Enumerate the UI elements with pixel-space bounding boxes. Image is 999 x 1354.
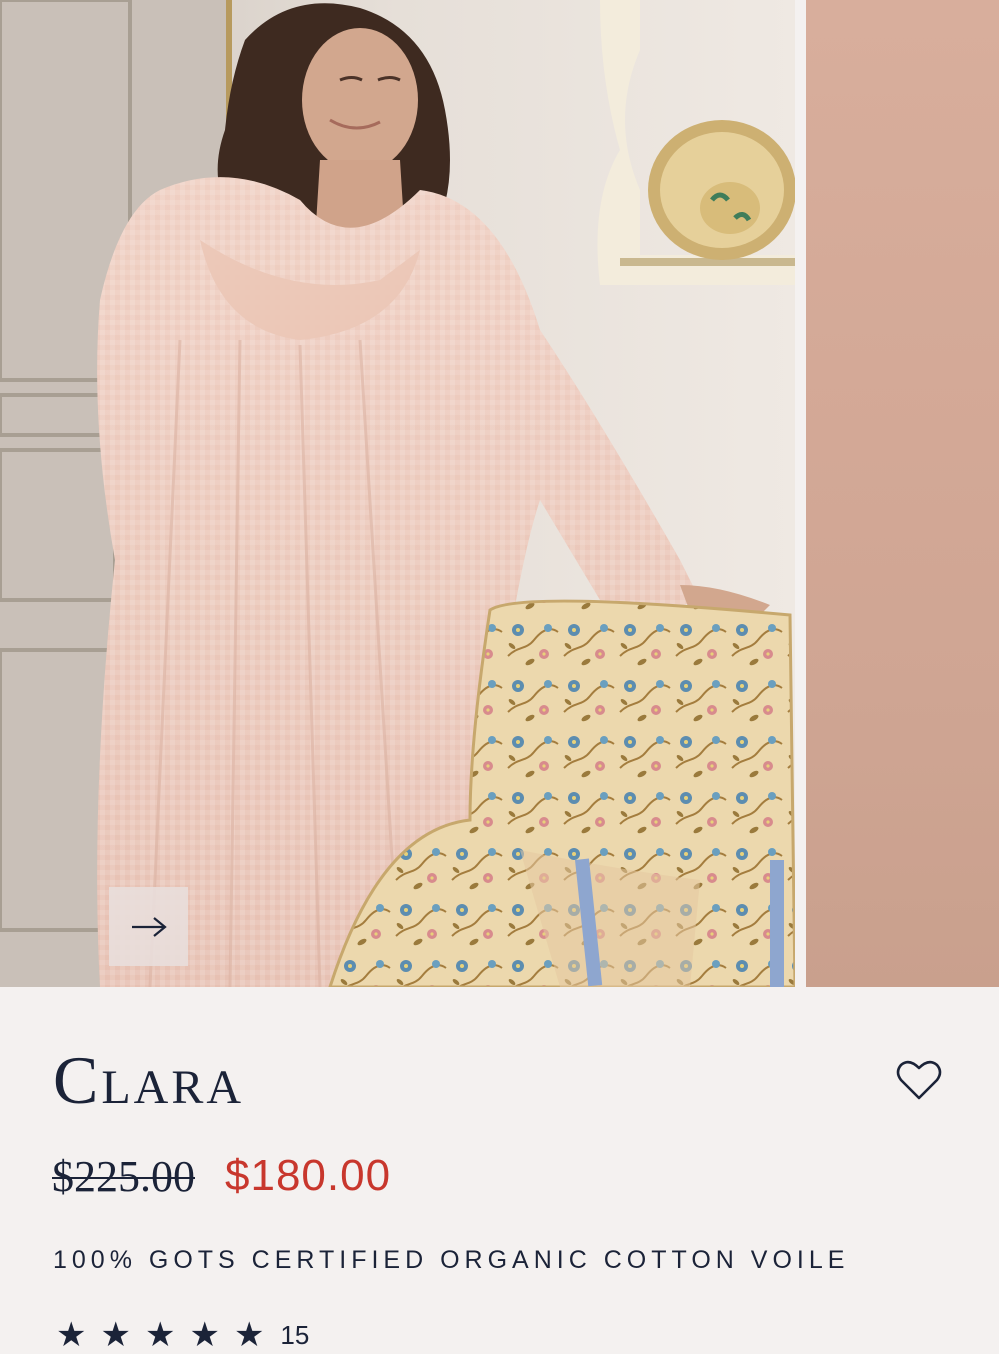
arrow-right-icon bbox=[131, 916, 167, 937]
sale-price: $180.00 bbox=[225, 1151, 392, 1200]
star-icon: ★ bbox=[56, 1316, 87, 1354]
star-icon: ★ bbox=[189, 1316, 220, 1354]
original-price: $225.00 bbox=[52, 1151, 195, 1201]
product-material: 100% GOTS CERTIFIED ORGANIC COTTON VOILE bbox=[53, 1246, 850, 1274]
heart-icon bbox=[896, 1060, 942, 1100]
rating-stars[interactable]: ★ ★ ★ ★ ★ 15 bbox=[56, 1318, 309, 1352]
product-photo bbox=[0, 0, 795, 987]
wishlist-button[interactable] bbox=[893, 1054, 945, 1106]
star-icon: ★ bbox=[144, 1316, 176, 1354]
review-count[interactable]: 15 bbox=[280, 1318, 309, 1352]
price-row: $225.00 $180.00 bbox=[52, 1148, 391, 1204]
product-image-main[interactable] bbox=[0, 0, 795, 987]
product-title: Clara bbox=[53, 1042, 245, 1118]
product-image-next[interactable] bbox=[806, 0, 999, 987]
star-icon: ★ bbox=[100, 1316, 131, 1354]
next-image-button[interactable] bbox=[109, 887, 188, 966]
star-icon: ★ bbox=[233, 1316, 265, 1354]
product-gallery[interactable] bbox=[0, 0, 999, 987]
